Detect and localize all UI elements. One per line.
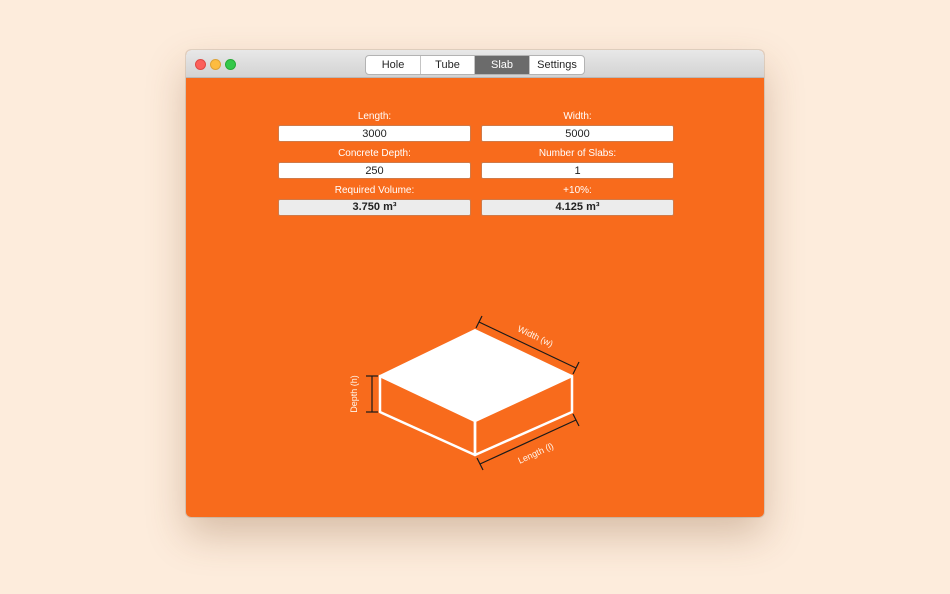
depth-dimension-label: Depth (h): [349, 375, 359, 413]
slab-diagram: Width (w) Length (l) Depth (h): [349, 315, 580, 471]
depth-dimension: [366, 375, 378, 413]
width-dimension-label: Width (w): [516, 324, 555, 349]
app-window: Hole Tube Slab Settings Length: Width: C…: [186, 50, 764, 517]
